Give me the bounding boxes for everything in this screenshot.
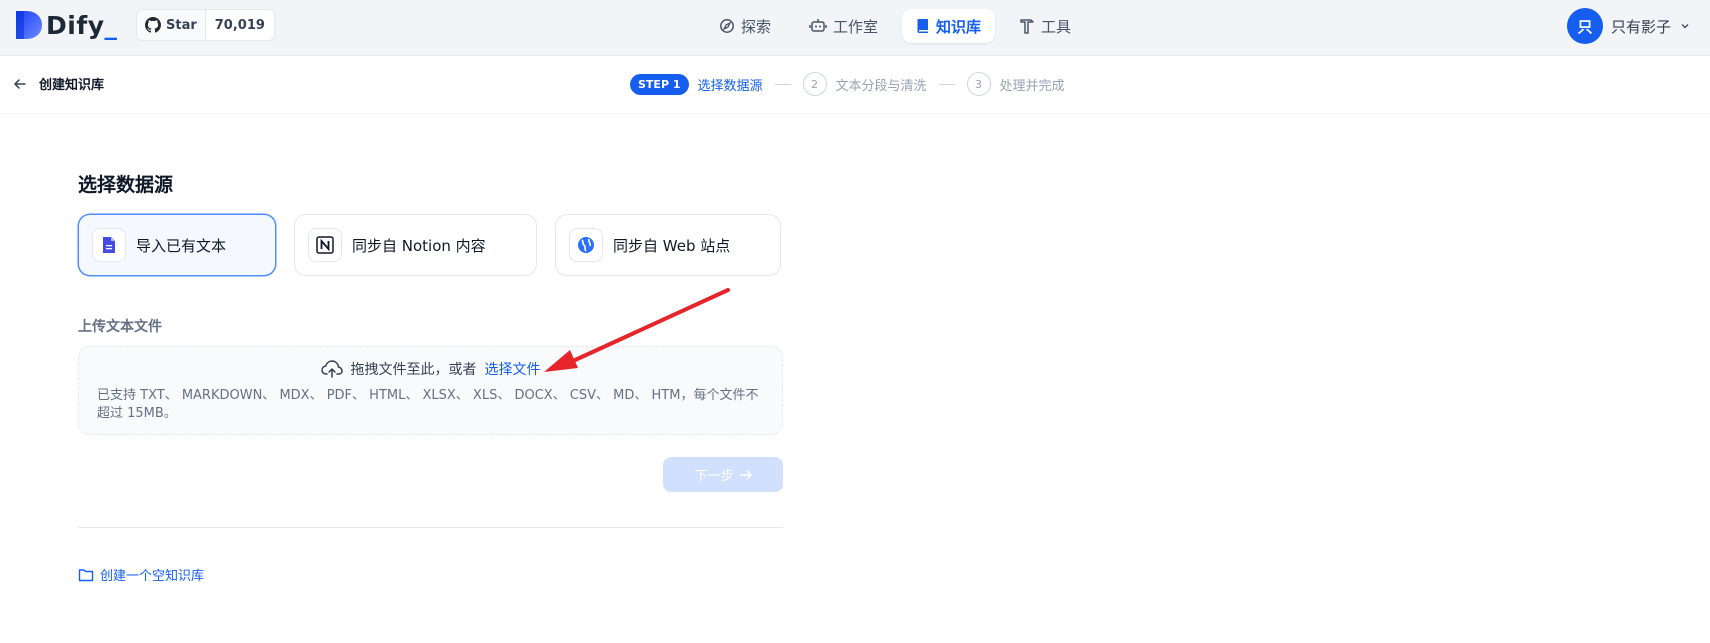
source-label: 导入已有文本 [136, 236, 227, 255]
step-2-number: 2 [802, 72, 827, 96]
step-3-label: 处理并完成 [999, 78, 1065, 94]
nav-explore[interactable]: 探索 [705, 9, 785, 43]
file-icon [92, 228, 126, 262]
step-1-badge: STEP 1 [630, 73, 689, 95]
data-source-options: 导入已有文本 同步自 Notion 内容 同步自 Web 站点 [78, 214, 783, 276]
arrow-left-icon [13, 78, 26, 89]
main-nav: 探索 工作室 知识库 工具 [705, 9, 1085, 43]
user-name: 只有影子 [1611, 17, 1672, 36]
source-label: 同步自 Web 站点 [613, 236, 731, 255]
source-notion[interactable]: 同步自 Notion 内容 [294, 214, 537, 276]
user-menu[interactable]: 只 只有影子 [1567, 8, 1691, 44]
nav-studio[interactable]: 工作室 [795, 9, 892, 43]
file-dropzone[interactable]: 拖拽文件至此，或者 选择文件 已支持 TXT、 MARKDOWN、 MDX、 P… [78, 346, 783, 435]
compass-icon [720, 19, 734, 33]
cloud-upload-icon [320, 360, 343, 378]
logo-text: Dify_ [46, 10, 118, 40]
step-3-number: 3 [966, 72, 991, 96]
supported-formats-hint: 已支持 TXT、 MARKDOWN、 MDX、 PDF、 HTML、 XLSX、… [97, 388, 759, 421]
globe-icon [569, 228, 603, 262]
hammer-icon [1020, 19, 1034, 34]
section-title: 选择数据源 [78, 174, 174, 196]
main-content: 选择数据源 导入已有文本 同步自 Notion 内容 同步自 Web 站点 上传… [78, 170, 783, 584]
robot-icon [809, 19, 827, 32]
back-button[interactable]: 创建知识库 [13, 74, 104, 93]
book-icon [917, 19, 929, 33]
arrow-right-icon [739, 469, 752, 480]
next-step-button[interactable]: 下一步 [663, 457, 783, 492]
step-divider [774, 83, 791, 85]
nav-tools[interactable]: 工具 [1005, 9, 1085, 43]
dropzone-prompt: 拖拽文件至此，或者 选择文件 [97, 359, 764, 379]
create-dataset-header: 创建知识库 STEP 1 选择数据源 2 文本分段与清洗 3 处理并完成 [0, 56, 1710, 114]
step-2-label: 文本分段与清洗 [835, 78, 927, 94]
avatar: 只 [1567, 8, 1603, 44]
github-star-count: 70,019 [214, 17, 265, 33]
source-import-text[interactable]: 导入已有文本 [78, 214, 276, 276]
github-star-button[interactable]: Star 70,019 [136, 9, 275, 41]
step-indicator: STEP 1 选择数据源 2 文本分段与清洗 3 处理并完成 [630, 72, 1065, 96]
step-1-label: 选择数据源 [697, 78, 763, 94]
github-icon [145, 17, 161, 33]
create-empty-dataset-link[interactable]: 创建一个空知识库 [78, 565, 783, 584]
top-navigation-bar: Dify_ Star 70,019 探索 工作室 知识库 工具 只 只有影子 [0, 0, 1710, 56]
notion-icon [308, 228, 342, 262]
dropzone-text: 拖拽文件至此，或者 [350, 362, 477, 378]
source-web[interactable]: 同步自 Web 站点 [555, 214, 781, 276]
source-label: 同步自 Notion 内容 [352, 236, 486, 255]
choose-file-link[interactable]: 选择文件 [485, 359, 541, 379]
page-title: 创建知识库 [39, 78, 105, 93]
divider [78, 527, 783, 528]
step-divider [938, 83, 955, 85]
folder-icon [78, 568, 94, 581]
chevron-down-icon [1681, 23, 1689, 29]
dify-logo-mark-icon [16, 11, 42, 39]
upload-section-title: 上传文本文件 [78, 319, 162, 335]
nav-knowledge[interactable]: 知识库 [902, 9, 996, 43]
github-star[interactable]: Star [137, 10, 206, 40]
dify-logo[interactable]: Dify_ [14, 8, 118, 42]
